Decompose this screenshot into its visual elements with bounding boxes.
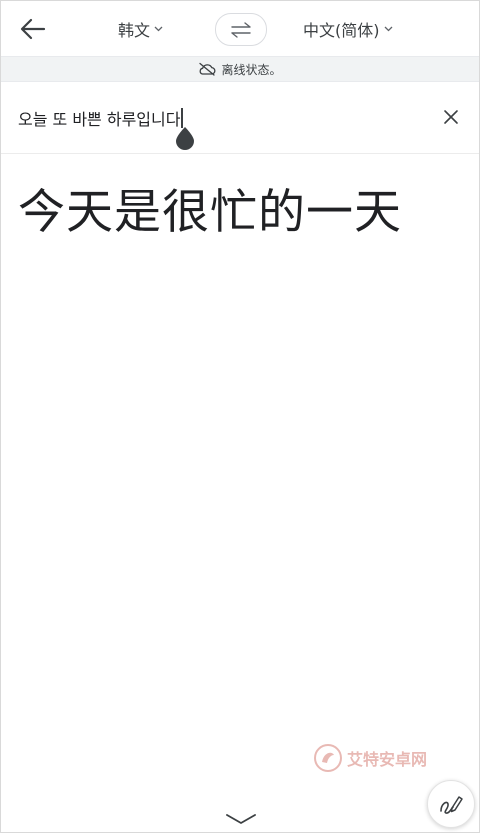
handwriting-pen-icon — [440, 796, 463, 814]
swap-languages-button[interactable] — [215, 13, 267, 46]
close-icon — [444, 110, 458, 124]
watermark: 艾特安卓网 — [313, 739, 443, 777]
offline-status-bar: 离线状态。 — [1, 56, 479, 82]
back-button[interactable] — [15, 13, 51, 45]
translation-output: 今天是很忙的一天 — [18, 185, 402, 240]
chevron-down-icon — [384, 26, 393, 32]
swap-arrows-icon — [231, 21, 251, 38]
cloud-off-icon — [198, 62, 216, 76]
collapse-button[interactable] — [223, 809, 259, 829]
offline-status-text: 离线状态。 — [221, 62, 282, 77]
source-text: 오늘 또 바쁜 하루입니다 — [18, 110, 181, 129]
target-language-label: 中文(简体) — [303, 21, 380, 40]
source-text-area[interactable]: 오늘 또 바쁜 하루입니다 — [1, 81, 479, 154]
chevron-down-icon — [154, 26, 163, 32]
translate-screen: 韩文 中文(简体) 离线状态。 오늘 또 바쁜 하루입니다 今天是很忙的一天 艾… — [0, 0, 480, 833]
watermark-logo-icon — [314, 744, 342, 772]
source-language-selector[interactable]: 韩文 — [118, 15, 163, 43]
chevron-down-icon — [226, 814, 256, 824]
watermark-text: 艾特安卓网 — [347, 750, 428, 769]
source-text-input[interactable]: 오늘 또 바쁜 하루입니다 — [18, 106, 184, 130]
clear-text-button[interactable] — [439, 105, 463, 129]
top-bar: 韩文 中文(简体) — [1, 1, 479, 56]
cursor-drag-handle[interactable] — [174, 125, 196, 151]
target-language-selector[interactable]: 中文(简体) — [303, 15, 393, 43]
handwriting-button[interactable] — [427, 780, 475, 828]
arrow-left-icon — [20, 18, 46, 40]
source-language-label: 韩文 — [118, 21, 151, 40]
teardrop-handle-icon — [176, 127, 194, 150]
